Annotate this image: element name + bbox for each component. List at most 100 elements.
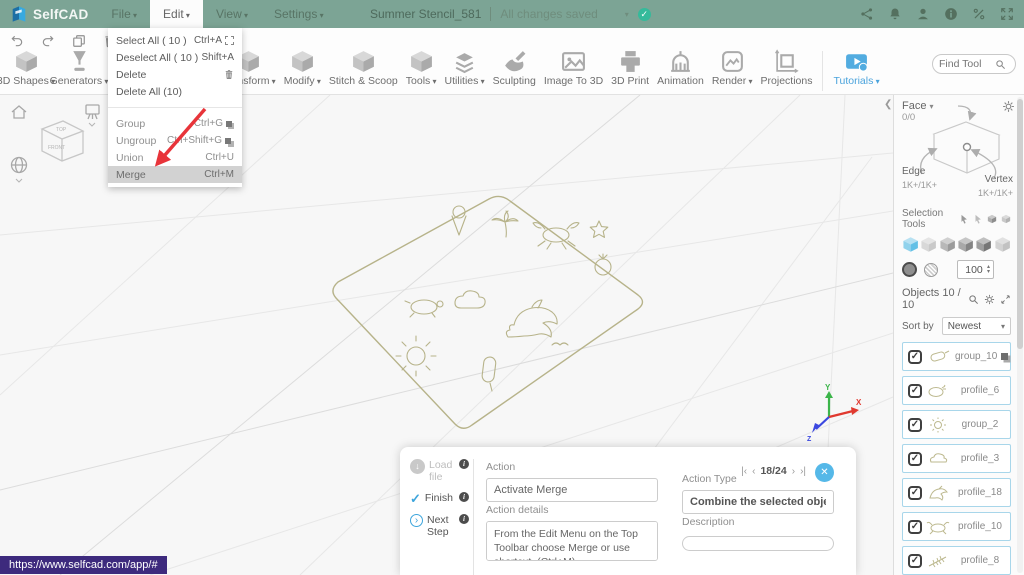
info-icon[interactable] [944, 7, 958, 21]
projection-icon [774, 49, 799, 74]
saved-check-icon: ✓ [637, 7, 651, 21]
first-page-icon[interactable]: |‹ [741, 466, 747, 477]
menu-item-ungroup[interactable]: Ungroup Ctrl+Shift+G [108, 132, 242, 149]
action-details-textarea[interactable]: From the Edit Menu on the Top Toolbar ch… [486, 521, 658, 561]
list-item-profile-8[interactable]: ✓ profile_8 [902, 546, 1011, 575]
checkbox-checked[interactable]: ✓ [908, 553, 922, 568]
tool-sculpting[interactable]: Sculpting [489, 49, 540, 87]
menu-file[interactable]: File [98, 0, 150, 28]
menu-view[interactable]: View [203, 0, 261, 28]
list-item-profile-18[interactable]: ✓ profile_18 [902, 478, 1011, 507]
vertex-label[interactable]: Vertex [985, 174, 1013, 185]
checkbox-checked[interactable]: ✓ [908, 383, 922, 398]
checkbox-checked[interactable]: ✓ [908, 417, 922, 432]
tool-stitch-scoop[interactable]: Stitch & Scoop [325, 49, 402, 87]
action-value-input[interactable] [486, 478, 658, 502]
sort-row: Sort by Newest ▾ [902, 317, 1011, 335]
select-half-mode-icon[interactable] [975, 235, 992, 254]
select-plane-mode-icon[interactable] [994, 235, 1011, 254]
opacity-stepper[interactable]: ▴▾ [957, 260, 995, 279]
last-page-icon[interactable]: ›| [800, 466, 806, 477]
selfcad-logo[interactable]: SelfCAD [10, 0, 88, 28]
chevron-down-icon[interactable]: ▾ [625, 10, 629, 19]
find-tool-search[interactable] [932, 54, 1016, 74]
step-load-file[interactable]: Load file i [410, 459, 469, 483]
menu-item-deselect-all[interactable]: Deselect All ( 10 ) Shift+A [108, 49, 242, 66]
checkbox-checked[interactable]: ✓ [908, 519, 922, 534]
tool-tools[interactable]: Tools [402, 49, 441, 87]
lasso-select-icon[interactable] [959, 214, 969, 224]
sort-select[interactable]: Newest ▾ [941, 317, 1011, 335]
hatched-circle-icon[interactable] [924, 262, 938, 277]
menu-item-select-all[interactable]: Select All ( 10 ) Ctrl+A [108, 32, 242, 49]
tool-render[interactable]: Render [708, 49, 757, 87]
info-icon[interactable]: i [459, 492, 469, 503]
find-tool-input[interactable] [939, 58, 991, 70]
menu-item-union[interactable]: Union Ctrl+U [108, 149, 242, 166]
step-next[interactable]: › Next Step i [410, 514, 469, 538]
expand-icon[interactable] [1000, 294, 1011, 305]
select-dense-mode-icon[interactable] [939, 235, 956, 254]
undo-icon[interactable] [10, 34, 24, 48]
fullscreen-icon[interactable] [1000, 7, 1014, 21]
menu-settings[interactable]: Settings [261, 0, 337, 28]
info-icon[interactable]: i [459, 514, 469, 525]
percent-snap-icon[interactable] [972, 7, 986, 21]
list-item-profile-6[interactable]: ✓ profile_6 [902, 376, 1011, 405]
copy-icon[interactable] [72, 34, 86, 48]
group-icon [226, 120, 232, 127]
stepper-arrows-icon[interactable]: ▴ ▾ [987, 264, 990, 275]
checkbox-checked[interactable]: ✓ [908, 451, 922, 466]
pointer-select-icon[interactable] [973, 214, 983, 224]
panel-collapse-icon[interactable]: ❮ [884, 99, 892, 110]
checkbox-checked[interactable]: ✓ [908, 485, 922, 500]
tool-generators[interactable]: Generators [50, 49, 106, 87]
menu-item-delete-all[interactable]: Delete All (10) [108, 83, 242, 100]
settings-gear-icon[interactable] [984, 294, 995, 305]
header-bar: SelfCAD File Edit View Settings Summer S… [0, 0, 1024, 28]
tool-animation[interactable]: Animation [653, 49, 708, 87]
solid-circle-icon[interactable] [902, 262, 917, 277]
list-item-profile-10[interactable]: ✓ profile_10 [902, 512, 1011, 541]
tool-projections[interactable]: Projections [757, 49, 817, 87]
document-title: Summer Stencil_581 [370, 7, 482, 21]
select-mesh-mode-icon[interactable] [920, 235, 937, 254]
action-type-input[interactable] [682, 490, 834, 514]
tool-3d-shapes[interactable]: 3D Shapes [0, 49, 52, 87]
prev-page-icon[interactable]: ‹ [752, 466, 755, 477]
close-icon[interactable]: ✕ [815, 463, 834, 482]
list-item-group-10[interactable]: ✓ group_10 [902, 342, 1011, 371]
save-status: All changes saved [490, 7, 598, 21]
lathe-icon [67, 49, 92, 74]
tool-tutorials[interactable]: Tutorials [829, 49, 883, 87]
tool-3d-print[interactable]: 3D Print [607, 49, 653, 87]
search-icon[interactable] [968, 294, 979, 305]
menu-item-merge[interactable]: Merge Ctrl+M [108, 166, 242, 183]
checkbox-checked[interactable]: ✓ [908, 349, 922, 364]
menu-edit[interactable]: Edit [150, 0, 203, 28]
info-icon[interactable]: i [459, 459, 469, 469]
cloud-thumbnail [929, 452, 948, 462]
panel-scrollbar[interactable] [1017, 97, 1023, 573]
opacity-input[interactable] [961, 263, 987, 276]
notifications-bell-icon[interactable] [888, 7, 902, 21]
description-input[interactable] [682, 535, 834, 551]
list-item-group-2[interactable]: ✓ group_2 [902, 410, 1011, 439]
select-sphere-mode-icon[interactable] [957, 235, 974, 254]
tool-image-to-3d[interactable]: Image To 3D [540, 49, 607, 87]
redo-icon[interactable] [41, 34, 55, 48]
cube-select-icon[interactable] [987, 214, 997, 224]
account-user-icon[interactable] [916, 7, 930, 21]
share-icon[interactable] [860, 7, 874, 21]
scrollbar-thumb[interactable] [1017, 99, 1023, 349]
tool-modify[interactable]: Modify [280, 49, 325, 87]
step-finish[interactable]: ✓ Finish i [410, 492, 469, 505]
tool-utilities[interactable]: Utilities [441, 49, 489, 87]
menu-item-group[interactable]: Group Ctrl+G [108, 115, 242, 132]
next-page-icon[interactable]: › [792, 466, 795, 477]
edge-label[interactable]: Edge [902, 166, 925, 177]
select-object-mode-icon[interactable] [902, 235, 919, 254]
cube-region-select-icon[interactable] [1001, 214, 1011, 224]
list-item-profile-3[interactable]: ✓ profile_3 [902, 444, 1011, 473]
menu-item-delete[interactable]: Delete [108, 66, 242, 83]
